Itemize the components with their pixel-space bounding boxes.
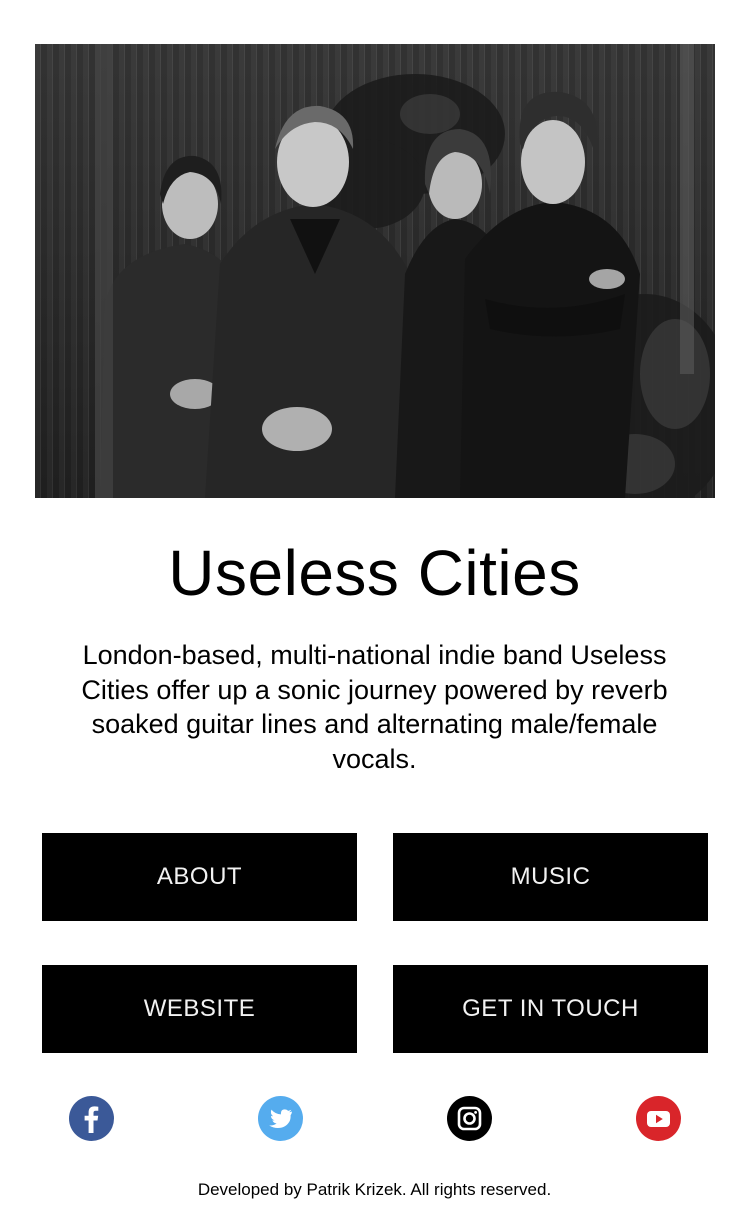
about-button[interactable]: ABOUT [42, 833, 357, 921]
band-photo [35, 44, 715, 498]
band-name: Useless Cities [168, 537, 581, 609]
youtube-icon[interactable] [636, 1096, 681, 1141]
twitter-icon[interactable] [258, 1096, 303, 1141]
facebook-icon[interactable] [69, 1096, 114, 1141]
music-button[interactable]: MUSIC [393, 833, 708, 921]
get-in-touch-button[interactable]: GET IN TOUCH [393, 965, 708, 1053]
instagram-icon[interactable] [447, 1096, 492, 1141]
website-button[interactable]: WEBSITE [42, 965, 357, 1053]
footer-credit: Developed by Patrik Krizek. All rights r… [197, 1180, 552, 1199]
band-description: London-based, multi-national indie band … [81, 640, 668, 774]
